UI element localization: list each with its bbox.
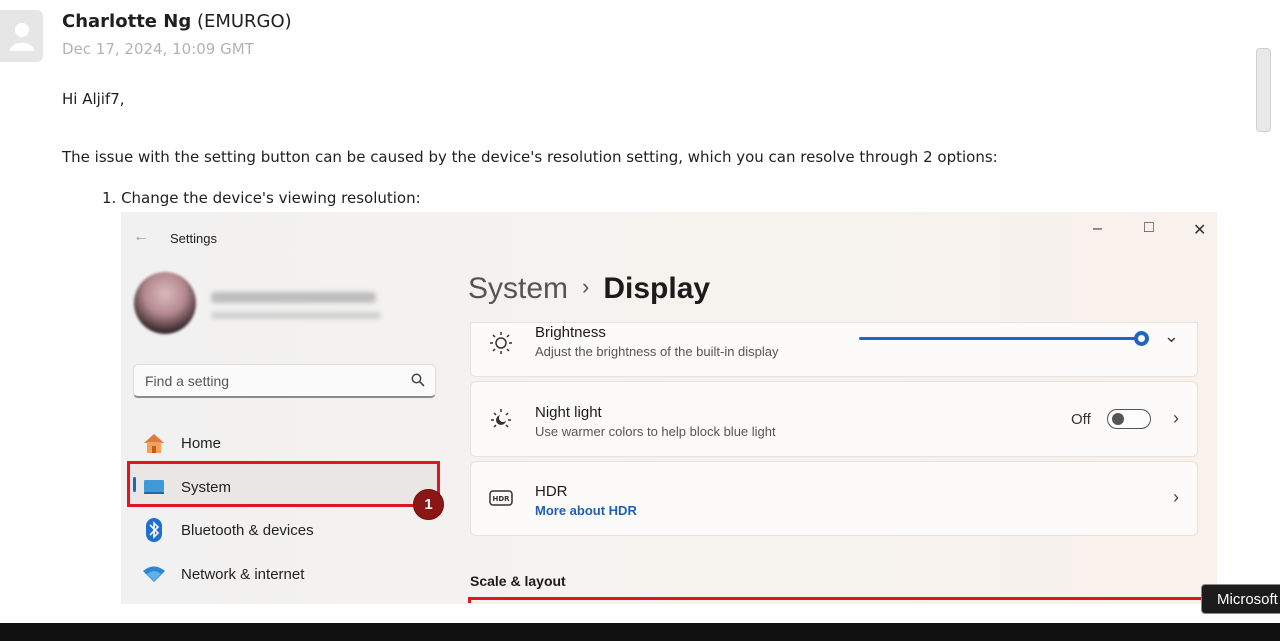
nav-item-system: System: [141, 475, 231, 499]
monitor-icon: [141, 478, 167, 496]
scale-highlight-box: [468, 597, 1217, 603]
chevron-down-icon: ⌄: [1163, 326, 1179, 346]
annotation-badge: 1: [413, 489, 444, 520]
blurred-profile-name: [211, 292, 376, 303]
chevron-right-icon: ›: [1173, 487, 1179, 507]
nav-item-home: Home: [141, 431, 221, 455]
nav-label: Home: [181, 434, 222, 452]
hdr-title: HDR: [535, 483, 568, 500]
bottom-bar: [0, 623, 1280, 641]
section-label: Scale & layout: [470, 573, 566, 589]
brightness-slider-track: [859, 337, 1142, 340]
hdr-card: HDR HDR More about HDR ›: [470, 461, 1198, 536]
bluetooth-icon: [141, 518, 167, 542]
brightness-subtitle: Adjust the brightness of the built-in di…: [535, 344, 779, 359]
search-icon: [411, 373, 425, 387]
chevron-right-icon: ›: [1173, 408, 1179, 428]
brightness-title: Brightness: [535, 324, 606, 341]
post-date: Dec 17, 2024, 10:09 GMT: [62, 40, 254, 58]
night-light-title: Night light: [535, 404, 602, 421]
nav-item-bluetooth: Bluetooth & devices: [141, 518, 314, 542]
night-light-toggle: [1107, 409, 1151, 429]
brightness-slider-thumb: [1134, 331, 1149, 346]
settings-screenshot: ← Settings – □ ✕ Find a setting Home Sys…: [121, 212, 1217, 604]
night-light-icon: [489, 407, 513, 436]
author-name: Charlotte Ng: [62, 11, 192, 32]
breadcrumb: System › Display: [468, 272, 710, 306]
breadcrumb-parent: System: [468, 272, 569, 305]
chevron-right-icon: ›: [582, 274, 590, 299]
find-setting-input: Find a setting: [133, 364, 436, 398]
brightness-icon: [489, 331, 513, 360]
author: Charlotte Ng (EMURGO): [62, 11, 292, 32]
greeting: Hi Aljif7,: [62, 90, 125, 108]
home-icon: [141, 432, 167, 454]
nav-label: Bluetooth & devices: [181, 521, 314, 539]
search-placeholder: Find a setting: [145, 373, 230, 389]
minimize-icon: –: [1093, 220, 1102, 237]
close-icon: ✕: [1193, 222, 1207, 239]
user-icon: [9, 23, 34, 51]
page-scrollbar[interactable]: [1256, 48, 1271, 132]
svg-text:HDR: HDR: [492, 495, 510, 503]
author-avatar: [0, 10, 43, 62]
hdr-link: More about HDR: [535, 503, 637, 518]
maximize-icon: □: [1144, 219, 1154, 236]
step-1: 1. Change the device's viewing resolutio…: [102, 189, 421, 207]
author-org: (EMURGO): [196, 11, 292, 32]
night-light-card: Night light Use warmer colors to help bl…: [470, 381, 1198, 457]
body-paragraph: The issue with the setting button can be…: [62, 148, 998, 166]
nav-label: Network & internet: [181, 565, 305, 583]
nav-label: System: [181, 478, 232, 496]
brightness-card: Brightness Adjust the brightness of the …: [470, 322, 1198, 377]
night-light-subtitle: Use warmer colors to help block blue lig…: [535, 424, 776, 439]
wifi-icon: [141, 565, 167, 583]
page-title: Display: [603, 272, 711, 305]
back-arrow-icon: ←: [133, 228, 149, 245]
selection-indicator: [133, 477, 136, 492]
nav-item-network: Network & internet: [141, 562, 304, 586]
blurred-profile-email: [211, 312, 381, 319]
settings-title: Settings: [170, 231, 217, 246]
tooltip: Microsoft: [1201, 584, 1280, 614]
toggle-state-label: Off: [1071, 411, 1091, 428]
profile-picture: [134, 272, 196, 334]
hdr-icon: HDR: [489, 490, 513, 511]
